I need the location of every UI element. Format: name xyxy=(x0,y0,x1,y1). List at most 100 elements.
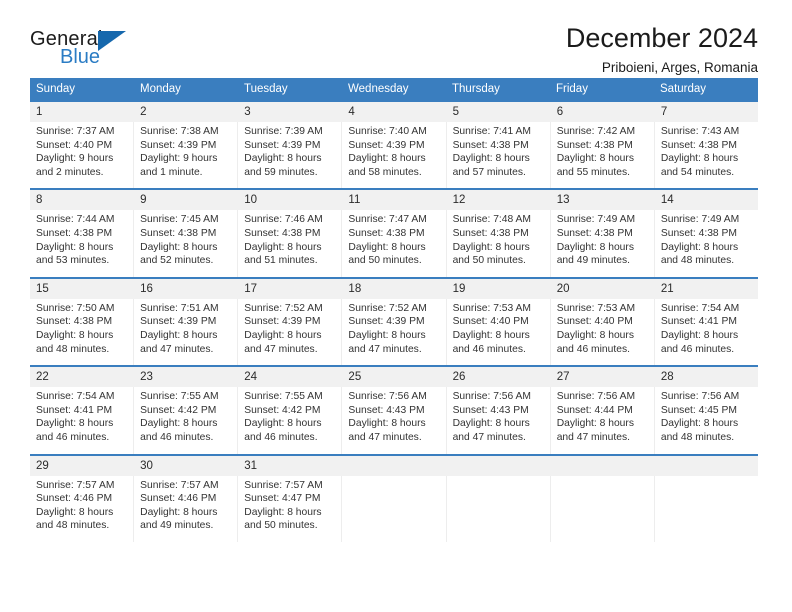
day-number[interactable]: 2 xyxy=(134,102,239,122)
day-number[interactable]: 9 xyxy=(134,190,239,211)
day-number[interactable]: 31 xyxy=(238,455,343,476)
day-cell[interactable]: Sunrise: 7:57 AM Sunset: 4:47 PM Dayligh… xyxy=(238,475,343,542)
daylight-text-line2: and 51 minutes. xyxy=(244,255,318,267)
sunset-text: Sunset: 4:44 PM xyxy=(556,404,633,416)
day-number[interactable]: 1 xyxy=(30,102,135,122)
day-number[interactable]: 25 xyxy=(342,367,447,388)
sunrise-text: Sunrise: 7:56 AM xyxy=(556,391,636,403)
sunrise-text: Sunrise: 7:56 AM xyxy=(660,391,740,403)
week-number-band: 8 9 10 11 12 13 14 xyxy=(30,190,758,211)
daylight-text-line1: Daylight: 8 hours xyxy=(452,241,530,253)
day-cell[interactable]: Sunrise: 7:51 AM Sunset: 4:39 PM Dayligh… xyxy=(134,298,239,366)
sunrise-text: Sunrise: 7:43 AM xyxy=(660,126,740,137)
sunrise-text: Sunrise: 7:38 AM xyxy=(140,126,219,137)
day-cell[interactable]: Sunrise: 7:57 AM Sunset: 4:46 PM Dayligh… xyxy=(134,475,239,542)
weekday-header-sunday: Sunday xyxy=(36,83,76,95)
day-number[interactable]: 3 xyxy=(238,102,343,122)
day-cell[interactable]: Sunrise: 7:37 AM Sunset: 4:40 PM Dayligh… xyxy=(30,122,135,189)
day-number-empty xyxy=(551,455,655,476)
sunset-text: Sunset: 4:40 PM xyxy=(452,316,529,328)
daylight-text-line2: and 49 minutes. xyxy=(556,255,630,267)
day-cell[interactable]: Sunrise: 7:57 AM Sunset: 4:46 PM Dayligh… xyxy=(30,475,135,542)
day-number[interactable]: 27 xyxy=(551,367,655,388)
sunrise-text: Sunrise: 7:57 AM xyxy=(36,479,115,491)
day-cell[interactable]: Sunrise: 7:56 AM Sunset: 4:45 PM Dayligh… xyxy=(655,387,758,453)
day-number[interactable]: 28 xyxy=(655,367,758,387)
day-cell[interactable]: Sunrise: 7:53 AM Sunset: 4:40 PM Dayligh… xyxy=(447,298,551,366)
daylight-text-line2: and 48 minutes. xyxy=(660,431,735,443)
day-number[interactable]: 7 xyxy=(655,102,758,122)
day-cell[interactable]: Sunrise: 7:53 AM Sunset: 4:40 PM Dayligh… xyxy=(551,298,655,366)
day-number[interactable]: 5 xyxy=(447,102,551,122)
day-number[interactable]: 21 xyxy=(655,279,758,299)
day-number[interactable]: 29 xyxy=(30,455,135,476)
daylight-text-line1: Daylight: 8 hours xyxy=(36,506,114,518)
day-cell[interactable]: Sunrise: 7:48 AM Sunset: 4:38 PM Dayligh… xyxy=(447,210,551,277)
daylight-text-line2: and 48 minutes. xyxy=(36,343,110,355)
sunset-text: Sunset: 4:39 PM xyxy=(140,139,217,151)
weekday-header-row: Sunday Monday Tuesday Wednesday Thursday… xyxy=(30,78,758,100)
day-cell[interactable]: Sunrise: 7:42 AM Sunset: 4:38 PM Dayligh… xyxy=(551,122,655,189)
day-cell[interactable]: Sunrise: 7:43 AM Sunset: 4:38 PM Dayligh… xyxy=(655,122,758,188)
day-cell[interactable]: Sunrise: 7:40 AM Sunset: 4:39 PM Dayligh… xyxy=(342,122,447,189)
day-number[interactable]: 20 xyxy=(551,278,655,299)
day-number[interactable]: 23 xyxy=(134,367,239,388)
sunrise-text: Sunrise: 7:57 AM xyxy=(140,479,219,491)
daylight-text-line1: Daylight: 8 hours xyxy=(348,418,426,430)
day-number[interactable]: 30 xyxy=(134,455,239,476)
day-number[interactable]: 19 xyxy=(447,278,551,299)
day-number[interactable]: 22 xyxy=(30,367,135,388)
daylight-text-line1: Daylight: 8 hours xyxy=(348,329,426,341)
day-cell[interactable]: Sunrise: 7:56 AM Sunset: 4:44 PM Dayligh… xyxy=(551,387,655,454)
day-number[interactable]: 15 xyxy=(30,278,135,299)
daylight-text-line1: Daylight: 8 hours xyxy=(452,329,530,341)
day-cell[interactable]: Sunrise: 7:45 AM Sunset: 4:38 PM Dayligh… xyxy=(134,210,239,277)
day-cell[interactable]: Sunrise: 7:49 AM Sunset: 4:38 PM Dayligh… xyxy=(655,210,758,276)
day-cell[interactable]: Sunrise: 7:54 AM Sunset: 4:41 PM Dayligh… xyxy=(655,299,758,365)
day-cell[interactable]: Sunrise: 7:38 AM Sunset: 4:39 PM Dayligh… xyxy=(134,122,239,189)
day-number[interactable]: 16 xyxy=(134,278,239,299)
day-cell[interactable]: Sunrise: 7:56 AM Sunset: 4:43 PM Dayligh… xyxy=(342,387,447,454)
daylight-text-line2: and 49 minutes. xyxy=(140,520,214,532)
sunrise-text: Sunrise: 7:52 AM xyxy=(244,302,323,314)
day-number[interactable]: 8 xyxy=(30,190,135,211)
day-number[interactable]: 13 xyxy=(551,190,655,211)
day-number[interactable]: 18 xyxy=(342,278,447,299)
day-number[interactable]: 24 xyxy=(238,367,343,388)
day-cell[interactable]: Sunrise: 7:50 AM Sunset: 4:38 PM Dayligh… xyxy=(30,298,135,366)
daylight-text-line1: Daylight: 8 hours xyxy=(452,153,530,165)
day-cell[interactable]: Sunrise: 7:56 AM Sunset: 4:43 PM Dayligh… xyxy=(447,387,551,454)
day-number[interactable]: 4 xyxy=(342,102,447,122)
daylight-text-line2: and 47 minutes. xyxy=(140,343,214,355)
generalblue-logo[interactable]: General Blue xyxy=(30,28,150,72)
page-subtitle: Priboieni, Arges, Romania xyxy=(601,60,758,75)
day-cell[interactable]: Sunrise: 7:54 AM Sunset: 4:41 PM Dayligh… xyxy=(30,387,135,454)
day-cell[interactable]: Sunrise: 7:49 AM Sunset: 4:38 PM Dayligh… xyxy=(551,210,655,277)
daylight-text-line2: and 57 minutes. xyxy=(452,166,526,178)
day-number[interactable]: 26 xyxy=(447,367,551,388)
weekday-header-monday: Monday xyxy=(140,83,181,95)
day-cell[interactable]: Sunrise: 7:55 AM Sunset: 4:42 PM Dayligh… xyxy=(134,387,239,454)
day-number[interactable]: 10 xyxy=(238,190,343,211)
day-number[interactable]: 14 xyxy=(655,190,758,210)
sunset-text: Sunset: 4:39 PM xyxy=(244,139,321,151)
daylight-text-line1: Daylight: 8 hours xyxy=(140,329,218,341)
day-number[interactable]: 6 xyxy=(551,102,655,122)
day-cell[interactable]: Sunrise: 7:52 AM Sunset: 4:39 PM Dayligh… xyxy=(342,298,447,366)
day-cell[interactable]: Sunrise: 7:47 AM Sunset: 4:38 PM Dayligh… xyxy=(342,210,447,277)
day-cell[interactable]: Sunrise: 7:46 AM Sunset: 4:38 PM Dayligh… xyxy=(238,210,343,277)
day-cell[interactable]: Sunrise: 7:44 AM Sunset: 4:38 PM Dayligh… xyxy=(30,210,135,277)
day-cell[interactable]: Sunrise: 7:39 AM Sunset: 4:39 PM Dayligh… xyxy=(238,122,343,189)
day-cell[interactable]: Sunrise: 7:55 AM Sunset: 4:42 PM Dayligh… xyxy=(238,387,343,454)
day-number[interactable]: 11 xyxy=(342,190,447,211)
day-cell[interactable]: Sunrise: 7:52 AM Sunset: 4:39 PM Dayligh… xyxy=(238,298,343,366)
sunrise-text: Sunrise: 7:56 AM xyxy=(348,391,427,403)
sunset-text: Sunset: 4:39 PM xyxy=(348,316,425,328)
daylight-text-line1: Daylight: 8 hours xyxy=(452,418,530,430)
sunrise-text: Sunrise: 7:48 AM xyxy=(452,214,531,226)
day-cell[interactable]: Sunrise: 7:41 AM Sunset: 4:38 PM Dayligh… xyxy=(447,122,551,189)
daylight-text-line2: and 46 minutes. xyxy=(244,431,318,443)
sunset-text: Sunset: 4:41 PM xyxy=(36,404,113,416)
day-number[interactable]: 12 xyxy=(447,190,551,211)
day-number[interactable]: 17 xyxy=(238,278,343,299)
